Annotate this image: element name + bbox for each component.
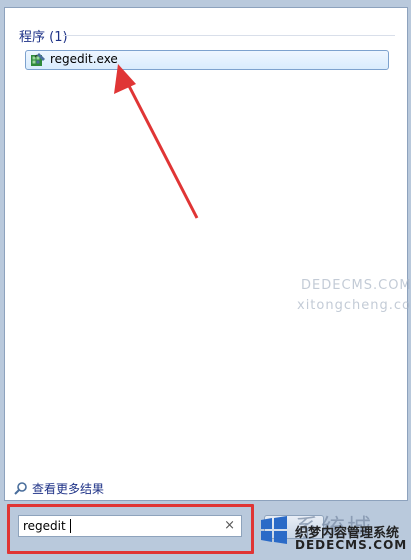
- search-icon: [14, 482, 27, 495]
- search-highlight-annotation: [7, 504, 254, 554]
- watermark-cms-url: DEDECMS.COM: [295, 538, 408, 552]
- start-menu-panel: 程序 (1) regedit.exe DEDECMS.COM xitongche…: [4, 7, 411, 501]
- section-header-programs: 程序 (1): [19, 30, 68, 45]
- section-divider: [63, 35, 395, 36]
- ghost-watermark-text: xitongcheng.com: [297, 298, 411, 313]
- watermark: 系统城 织梦内容管理系统 DEDECMS.COM: [251, 500, 411, 560]
- regedit-icon: [31, 53, 45, 66]
- windows-logo-icon: [261, 516, 287, 544]
- see-more-label: 查看更多结果: [32, 482, 105, 496]
- result-item-label: regedit.exe: [50, 52, 118, 66]
- result-item-regedit[interactable]: regedit.exe: [25, 50, 389, 70]
- ghost-watermark-text: DEDECMS.COM: [301, 278, 411, 293]
